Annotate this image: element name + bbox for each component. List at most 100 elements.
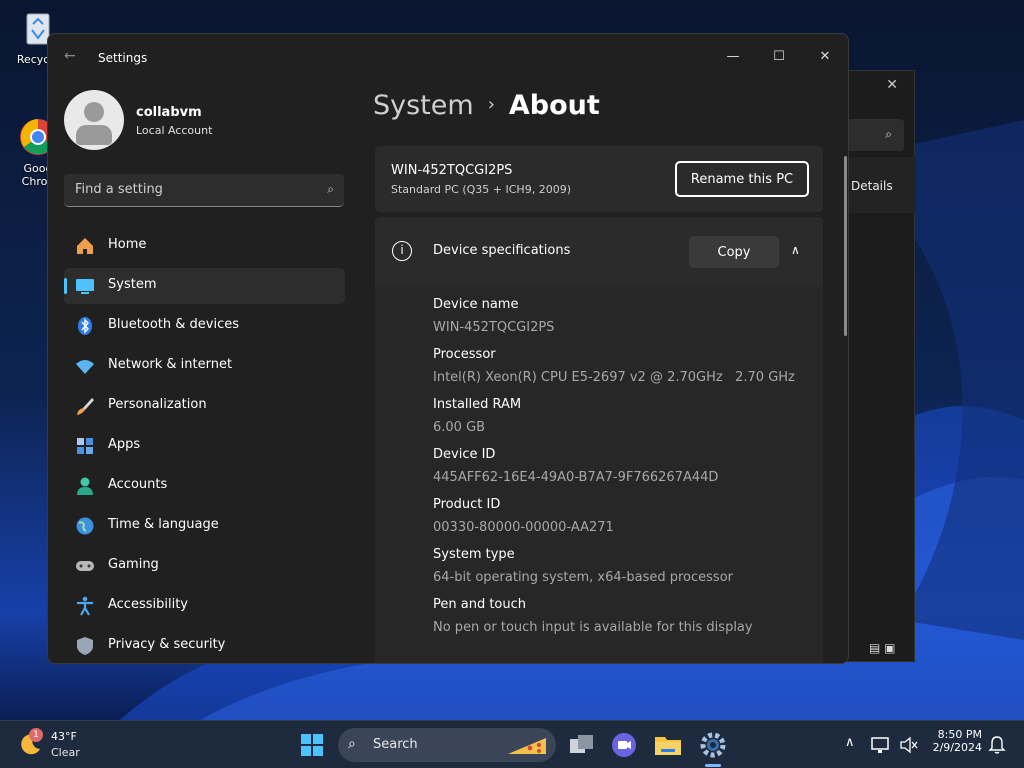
sidebar-item-accounts[interactable]: Accounts [64,468,345,504]
sidebar-item-accessibility[interactable]: Accessibility [64,588,345,624]
notification-bell-icon[interactable] [988,735,1006,755]
taskbar-search[interactable]: ⌕ Search [338,728,556,762]
chevron-up-icon[interactable]: ∧ [791,243,800,257]
clock-date: 2/9/2024 [932,741,982,754]
minimize-button[interactable]: — [710,42,756,72]
pc-model: Standard PC (Q35 + ICH9, 2009) [391,183,571,196]
sidebar-nav: Home System Bluetooth & devices Network … [64,228,345,663]
sidebar-item-personalization[interactable]: Personalization [64,388,345,424]
spec-value: 64-bit operating system, x64-based proce… [433,570,733,585]
spec-label: Processor [433,347,496,362]
find-setting-box[interactable]: ⌕ [64,174,344,207]
taskbar-search-label: Search [373,737,418,752]
active-app-indicator [705,764,721,767]
sidebar-item-privacy[interactable]: Privacy & security [64,628,345,663]
pizza-icon [508,738,546,754]
bluetooth-icon [78,317,92,335]
rename-pc-button[interactable]: Rename this PC [675,161,809,197]
sidebar-item-label: Bluetooth & devices [108,317,239,332]
sidebar-item-label: Privacy & security [108,637,226,652]
sidebar-item-label: Personalization [108,397,207,412]
back-arrow-icon[interactable]: ← [64,48,76,64]
spec-value: Intel(R) Xeon(R) CPU E5-2697 v2 @ 2.70GH… [433,370,795,385]
account-type: Local Account [136,124,213,137]
sidebar-item-label: Network & internet [108,357,233,372]
accessibility-icon [77,596,93,616]
breadcrumb: System › About [373,90,600,121]
clock-time: 8:50 PM [937,728,982,741]
notification-badge: 1 [29,728,43,742]
spec-value: 00330-80000-00000-AA271 [433,520,614,535]
network-icon[interactable] [870,735,892,755]
spec-value: WIN-452TQCGI2PS [433,320,555,335]
spec-row: Product ID 00330-80000-00000-AA271 [433,497,614,535]
title-bar[interactable]: ← Settings — ☐ ✕ [48,34,848,82]
close-button[interactable]: ✕ [802,42,848,72]
scrollbar-thumb[interactable] [844,156,847,336]
spec-row: Installed RAM 6.00 GB [433,397,521,435]
sidebar-item-apps[interactable]: Apps [64,428,345,464]
sidebar-item-label: Accounts [108,477,168,492]
sidebar-item-bluetooth[interactable]: Bluetooth & devices [64,308,345,344]
sidebar-item-label: Accessibility [108,597,188,612]
sidebar-item-label: Apps [108,437,141,452]
device-specifications-header[interactable]: i Device specifications Copy ∧ [375,217,823,287]
home-icon [77,238,93,254]
spec-row: Device ID 445AFF62-16E4-49A0-B7A7-9F7662… [433,447,718,485]
spec-value: 445AFF62-16E4-49A0-B7A7-9F766267A44D [433,470,719,485]
sidebar-item-label: System [108,277,157,292]
spec-label: Pen and touch [433,597,527,612]
sidebar-item-network[interactable]: Network & internet [64,348,345,384]
sidebar-item-time-language[interactable]: Time & language [64,508,345,544]
sidebar-item-gaming[interactable]: Gaming [64,548,345,584]
spec-label: System type [433,547,515,562]
taskbar: 1 43°F Clear ⌕ Search ∧ 8:50 PM 2/9/2024 [0,720,1024,768]
accounts-icon [77,477,93,495]
spec-label: Device ID [433,447,496,462]
clock[interactable]: 8:50 PM 2/9/2024 [926,728,982,754]
avatar [64,90,124,150]
start-icon[interactable] [296,729,328,761]
teams-chat-icon[interactable] [608,729,640,761]
device-specifications-body: Device name WIN-452TQCGI2PS Processor In… [375,287,823,663]
spec-row: Device name WIN-452TQCGI2PS [433,297,554,335]
background-search-box[interactable]: ⌕ [847,119,904,151]
user-name: collabvm [136,105,202,120]
gamepad-icon [76,561,94,571]
volume-muted-icon[interactable] [898,735,920,755]
brush-icon [77,398,94,415]
globe-icon [76,517,94,535]
chevron-right-icon: › [487,94,495,115]
sidebar-item-label: Home [108,237,147,252]
search-icon: ⌕ [348,736,356,752]
pc-name-card: WIN-452TQCGI2PS Standard PC (Q35 + ICH9,… [375,146,823,212]
details-tab[interactable]: Details [851,179,893,193]
spec-label: Product ID [433,497,501,512]
search-input[interactable] [75,182,305,197]
settings-gear-icon[interactable] [697,729,729,761]
close-icon[interactable]: ✕ [886,77,898,93]
maximize-button[interactable]: ☐ [756,42,802,72]
sidebar-item-system[interactable]: System [64,268,345,304]
spec-label: Device name [433,297,519,312]
pc-name: WIN-452TQCGI2PS [391,163,513,178]
sidebar-item-home[interactable]: Home [64,228,345,264]
spec-value: No pen or touch input is available for t… [433,620,753,635]
weather-temperature: 43°F [51,730,77,743]
sidebar-item-label: Gaming [108,557,159,572]
background-window[interactable]: ✕ ⌕ Details ▤ ▣ [838,70,916,662]
search-icon: ⌕ [327,182,334,196]
page-title: About [508,90,600,121]
section-title: Device specifications [433,243,571,258]
task-view-icon[interactable] [566,729,598,761]
copy-button[interactable]: Copy [689,236,779,268]
shield-icon [77,637,93,655]
chevron-up-icon[interactable]: ∧ [845,735,855,750]
file-explorer-icon[interactable] [652,729,684,761]
weather-condition: Clear [51,746,80,759]
view-toggle-icons[interactable]: ▤ ▣ [869,641,896,655]
breadcrumb-parent[interactable]: System [373,90,474,121]
system-icon [76,279,94,294]
active-indicator [64,278,67,294]
spec-row: System type 64-bit operating system, x64… [433,547,733,585]
